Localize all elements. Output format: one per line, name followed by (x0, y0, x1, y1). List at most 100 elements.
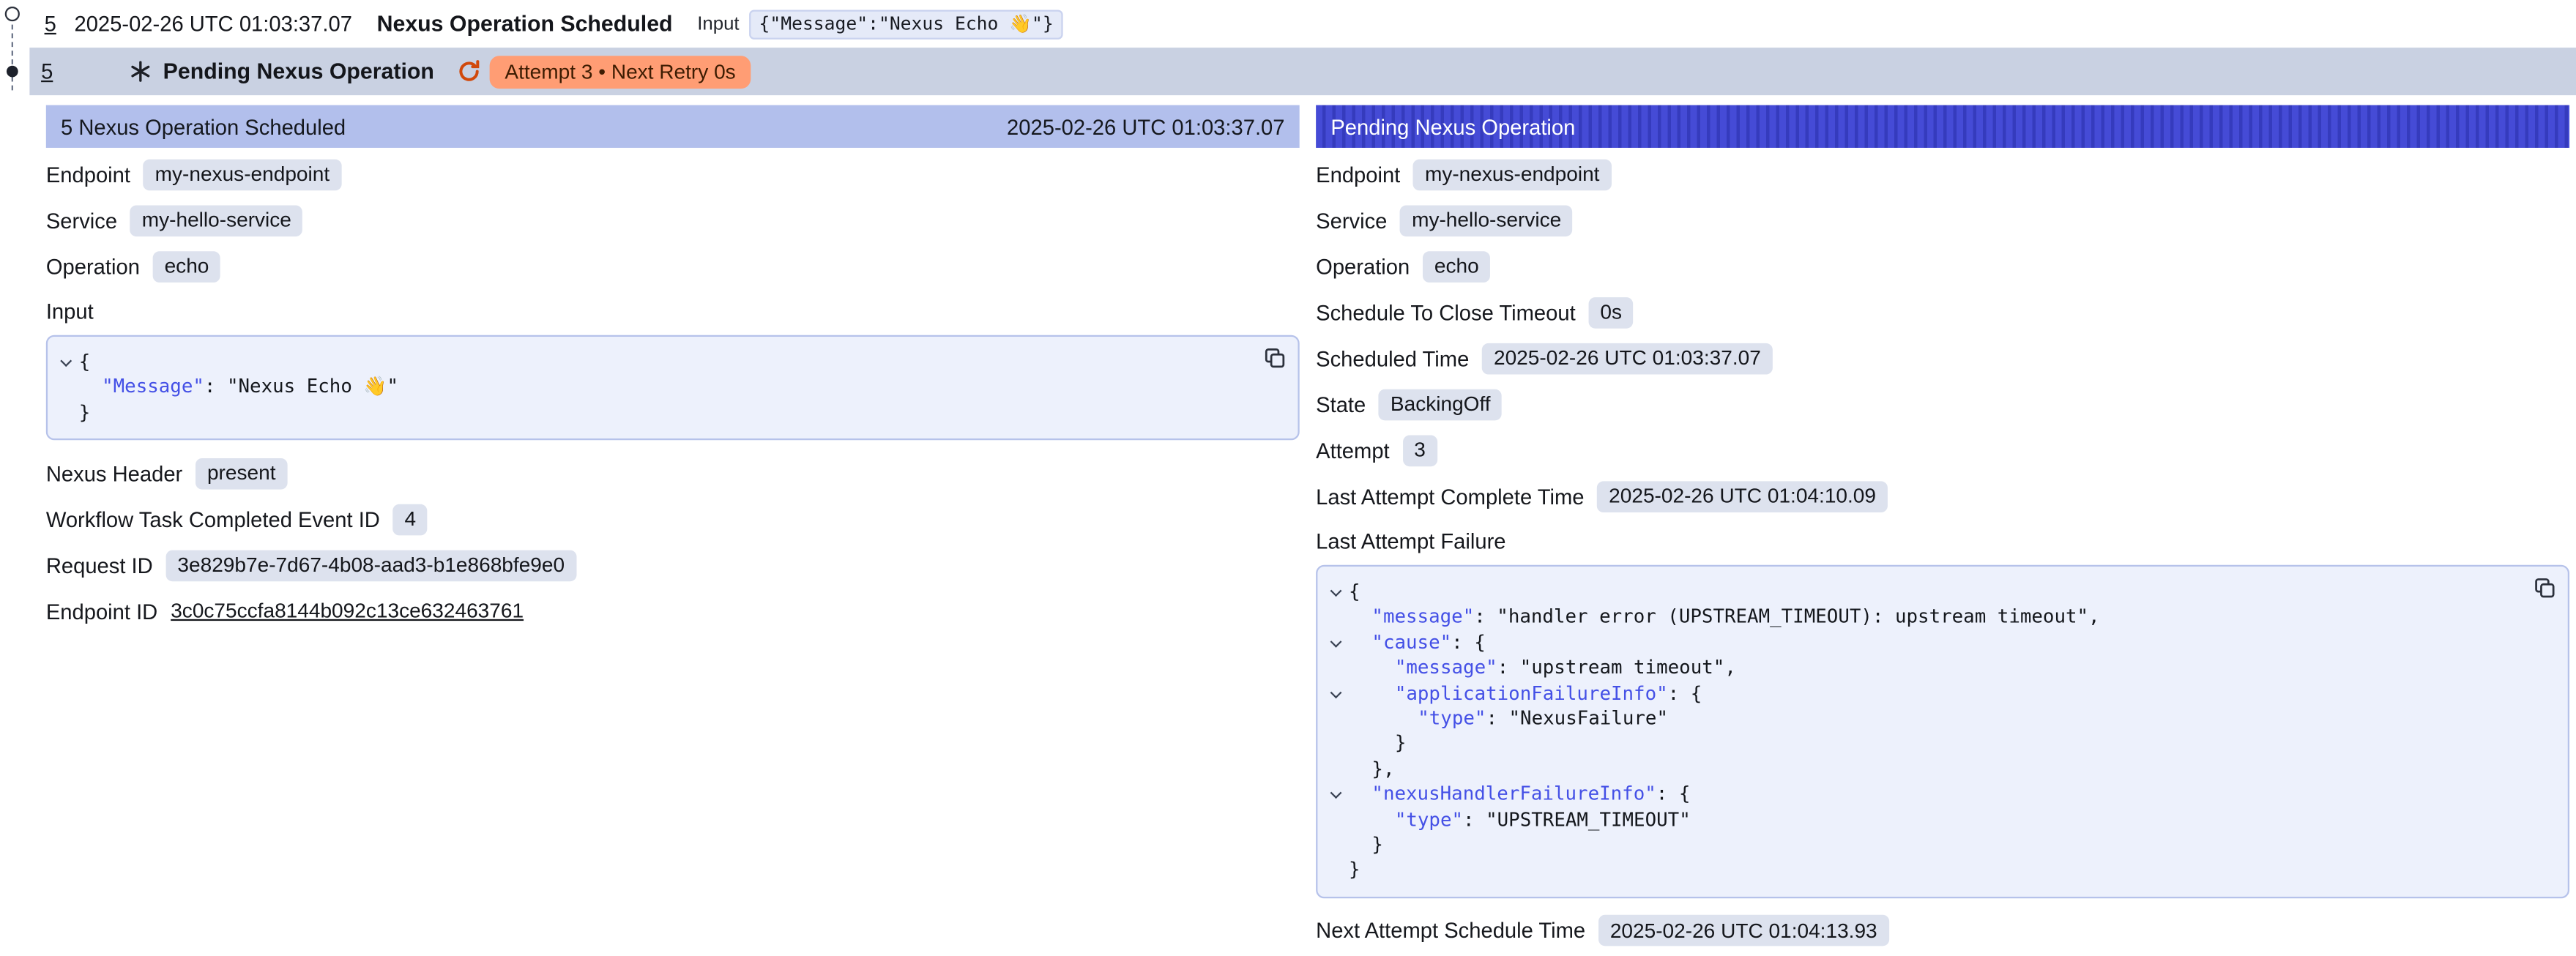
copy-icon[interactable] (2534, 577, 2556, 600)
pending-operation-row[interactable]: 5 Pending Nexus Operation Attempt 3 • Ne… (29, 48, 2576, 95)
code-token: "cause" (1371, 630, 1451, 656)
field-operation: Operation echo (1316, 243, 2569, 289)
event-panel-body: Endpoint my-nexus-endpoint Service my-he… (46, 148, 1300, 635)
code-token: "applicationFailureInfo" (1395, 681, 1668, 706)
input-code-block: {"Message": "Nexus Echo 👋"} (46, 335, 1300, 441)
event-panel-timestamp: 2025-02-26 UTC 01:03:37.07 (1007, 114, 1284, 139)
field-value-badge: 2025-02-26 UTC 01:04:13.93 (1598, 916, 1888, 947)
code-line: } (1321, 833, 2522, 859)
code-token: : "UPSTREAM_TIMEOUT" (1463, 807, 1691, 833)
field-label: Scheduled Time (1316, 346, 1469, 370)
timeline-connector (12, 25, 13, 91)
code-line: } (1321, 731, 2522, 757)
field-value-badge: echo (1423, 250, 1490, 282)
field-label: Service (1316, 208, 1387, 233)
field-label: State (1316, 392, 1366, 417)
code-line: } (1321, 858, 2522, 884)
field-endpoint: Endpoint my-nexus-endpoint (46, 151, 1300, 197)
code-line: "type": "UPSTREAM_TIMEOUT" (1321, 807, 2522, 833)
code-line: "type": "NexusFailure" (1321, 706, 2522, 732)
pending-panel-title: Pending Nexus Operation (1330, 114, 1575, 139)
field-nexus-header: Nexus Header present (46, 450, 1300, 496)
field-value-badge: present (196, 458, 287, 489)
failure-section-label: Last Attempt Failure (1316, 519, 2569, 561)
event-detail-panel: 5 Nexus Operation Scheduled 2025-02-26 U… (46, 105, 1300, 635)
field-label: Next Attempt Schedule Time (1316, 919, 1585, 944)
event-summary-row[interactable]: 5 2025-02-26 UTC 01:03:37.07 Nexus Opera… (0, 0, 2576, 48)
timeline-node-icon (5, 7, 20, 21)
code-line: "cause": { (1321, 630, 2522, 656)
event-id-link[interactable]: 5 (45, 12, 56, 37)
collapse-chevron-icon[interactable] (1321, 681, 1349, 706)
field-label: Nexus Header (46, 461, 182, 486)
code-token: } (1349, 858, 1360, 884)
code-token: : { (1668, 681, 1702, 706)
field-value-badge: my-nexus-endpoint (144, 159, 341, 190)
collapse-chevron-icon[interactable] (1321, 630, 1349, 656)
endpoint-id-link[interactable]: 3c0c75ccfa8144b092c13ce632463761 (171, 600, 524, 622)
code-line: "Message": "Nexus Echo 👋" (51, 375, 1252, 400)
code-token: : "Nexus Echo 👋" (204, 375, 398, 400)
field-state: State BackingOff (1316, 381, 2569, 427)
field-value-badge: BackingOff (1379, 389, 1502, 420)
pending-asterisk-icon (130, 61, 152, 82)
field-label: Operation (1316, 254, 1410, 279)
pending-title: Pending Nexus Operation (163, 59, 434, 84)
code-token: } (1371, 833, 1383, 859)
input-preview-label: Input (697, 14, 739, 34)
field-value-badge: 4 (393, 504, 428, 535)
field-value-badge: 2025-02-26 UTC 01:03:37.07 (1482, 343, 1772, 374)
field-attempt: Attempt 3 (1316, 427, 2569, 473)
code-token: } (79, 400, 91, 426)
field-service: Service my-hello-service (1316, 197, 2569, 243)
copy-icon[interactable] (1263, 346, 1286, 369)
field-label: Request ID (46, 553, 153, 578)
field-value-badge: 3 (1403, 434, 1437, 466)
field-value-badge: my-nexus-endpoint (1413, 159, 1611, 190)
code-token: : "NexusFailure" (1486, 706, 1668, 732)
code-line: { (1321, 580, 2522, 605)
code-gutter (1321, 807, 1349, 833)
field-value-badge: 3e829b7e-7d67-4b08-aad3-b1e868bfe9e0 (166, 550, 576, 581)
field-label: Endpoint (46, 162, 130, 187)
field-label: Attempt (1316, 438, 1390, 463)
field-next-attempt-schedule-time: Next Attempt Schedule Time 2025-02-26 UT… (1316, 908, 2569, 954)
code-token: : "upstream timeout", (1497, 656, 1736, 681)
code-token: "Message" (102, 375, 204, 400)
collapse-chevron-icon[interactable] (51, 350, 79, 376)
pending-event-id-link[interactable]: 5 (41, 59, 53, 84)
code-token: : { (1656, 783, 1691, 808)
code-line: }, (1321, 757, 2522, 783)
code-token: "type" (1418, 706, 1486, 732)
detail-panels: 5 Nexus Operation Scheduled 2025-02-26 U… (46, 105, 2569, 955)
code-token: "nexusHandlerFailureInfo" (1371, 783, 1656, 808)
code-gutter (1321, 656, 1349, 681)
code-gutter (1321, 833, 1349, 859)
field-label: Operation (46, 254, 140, 279)
pending-panel-header: Pending Nexus Operation (1316, 105, 2569, 148)
code-line: "message": "handler error (UPSTREAM_TIME… (1321, 605, 2522, 631)
collapse-chevron-icon[interactable] (1321, 580, 1349, 605)
field-last-attempt-complete-time: Last Attempt Complete Time 2025-02-26 UT… (1316, 473, 2569, 519)
code-token: "message" (1395, 656, 1497, 681)
field-value-badge: echo (153, 250, 220, 282)
field-wft-completed-event-id: Workflow Task Completed Event ID 4 (46, 496, 1300, 542)
field-endpoint: Endpoint my-nexus-endpoint (1316, 151, 2569, 197)
field-operation: Operation echo (46, 243, 1300, 289)
field-value-badge: 2025-02-26 UTC 01:04:10.09 (1597, 480, 1887, 512)
field-label: Schedule To Close Timeout (1316, 299, 1576, 324)
timeline-dot-icon (7, 66, 18, 78)
attempt-retry-badge: Attempt 3 • Next Retry 0s (490, 55, 751, 88)
code-line: "applicationFailureInfo": { (1321, 681, 2522, 706)
code-token: { (1349, 580, 1360, 605)
field-label: Last Attempt Complete Time (1316, 484, 1584, 509)
field-service: Service my-hello-service (46, 197, 1300, 243)
code-gutter (1321, 706, 1349, 732)
field-label: Endpoint (1316, 162, 1400, 187)
code-gutter (1321, 757, 1349, 783)
pending-operation-panel: Pending Nexus Operation Endpoint my-nexu… (1316, 105, 2569, 955)
field-label: Service (46, 208, 117, 233)
collapse-chevron-icon[interactable] (1321, 783, 1349, 808)
code-token: { (79, 350, 91, 376)
code-line: "message": "upstream timeout", (1321, 656, 2522, 681)
